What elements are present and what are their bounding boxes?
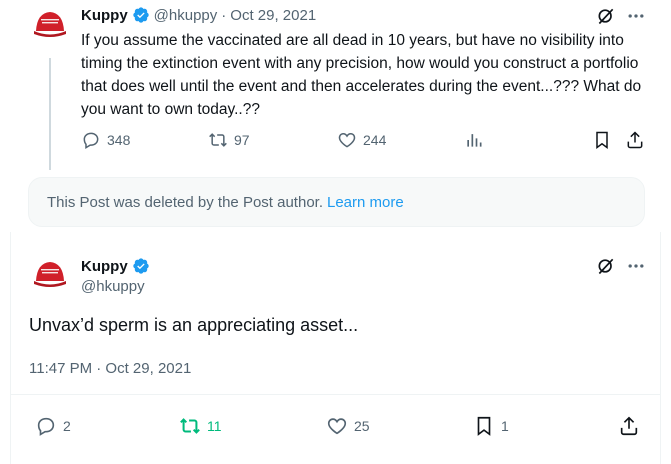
share-icon	[620, 416, 638, 436]
avatar[interactable]	[30, 5, 70, 45]
like-button[interactable]: 244	[337, 130, 386, 150]
more-icon	[628, 264, 644, 268]
like-count: 244	[363, 132, 387, 148]
display-name[interactable]: Kuppy	[81, 7, 128, 24]
card-right-border	[660, 232, 661, 464]
thread-connector-line	[49, 58, 51, 170]
share-button[interactable]	[618, 415, 640, 437]
views-icon	[467, 134, 482, 147]
red-cap-avatar-image	[30, 5, 70, 45]
bookmark-icon	[477, 416, 491, 436]
repost-icon	[180, 418, 200, 434]
like-count: 25	[354, 418, 370, 434]
more-button[interactable]	[626, 256, 646, 281]
bookmark-count: 1	[501, 418, 509, 434]
more-button[interactable]	[626, 6, 646, 31]
reply-count: 2	[63, 418, 71, 434]
grok-icon	[598, 8, 614, 25]
tweet-header: Kuppy @hkuppy · Oct 29, 2021	[81, 6, 316, 24]
main-tweet-text: Unvax’d sperm is an appreciating asset..…	[29, 315, 359, 335]
bookmark-button[interactable]: 1	[473, 415, 509, 437]
repost-icon	[209, 133, 227, 147]
verified-badge-icon[interactable]	[132, 257, 150, 275]
divider	[10, 394, 661, 395]
avatar[interactable]	[30, 255, 70, 295]
repost-button[interactable]: 97	[208, 130, 250, 150]
share-button[interactable]	[625, 130, 645, 150]
learn-more-link[interactable]: Learn more	[327, 194, 404, 211]
repost-count: 97	[234, 132, 250, 148]
reply-count: 348	[107, 132, 131, 148]
bookmark-button[interactable]	[592, 130, 612, 150]
repost-count: 11	[207, 418, 222, 434]
main-tweet-name-row: Kuppy	[81, 257, 150, 275]
repost-button[interactable]: 11	[179, 415, 222, 437]
card-left-border	[10, 232, 11, 464]
handle[interactable]: @hkuppy	[81, 278, 145, 295]
more-icon	[628, 14, 644, 18]
display-name[interactable]: Kuppy	[81, 258, 128, 275]
tweet-text: If you assume the vaccinated are all dea…	[81, 32, 642, 118]
reply-button[interactable]: 2	[35, 415, 71, 437]
verified-badge-icon[interactable]	[132, 6, 150, 24]
like-button[interactable]: 25	[326, 415, 370, 437]
reply-button[interactable]: 348	[81, 130, 130, 150]
like-icon	[327, 418, 347, 435]
grok-icon	[598, 258, 614, 275]
tweet-timestamp[interactable]: 11:47 PM · Oct 29, 2021	[29, 360, 191, 377]
deleted-post-notice: This Post was deleted by the Post author…	[28, 177, 645, 227]
grok-button[interactable]	[596, 256, 616, 281]
views-button[interactable]	[464, 130, 484, 150]
reply-icon	[83, 132, 99, 149]
handle[interactable]: @hkuppy	[154, 7, 218, 24]
share-icon	[627, 131, 643, 149]
tweet-date[interactable]: Oct 29, 2021	[230, 7, 316, 24]
reply-icon	[37, 417, 55, 436]
grok-button[interactable]	[596, 6, 616, 31]
deleted-notice-text: This Post was deleted by the Post author…	[47, 193, 323, 211]
like-icon	[338, 132, 356, 148]
bookmark-icon	[596, 131, 608, 149]
red-cap-avatar-image	[30, 255, 70, 295]
separator: ·	[221, 6, 227, 24]
